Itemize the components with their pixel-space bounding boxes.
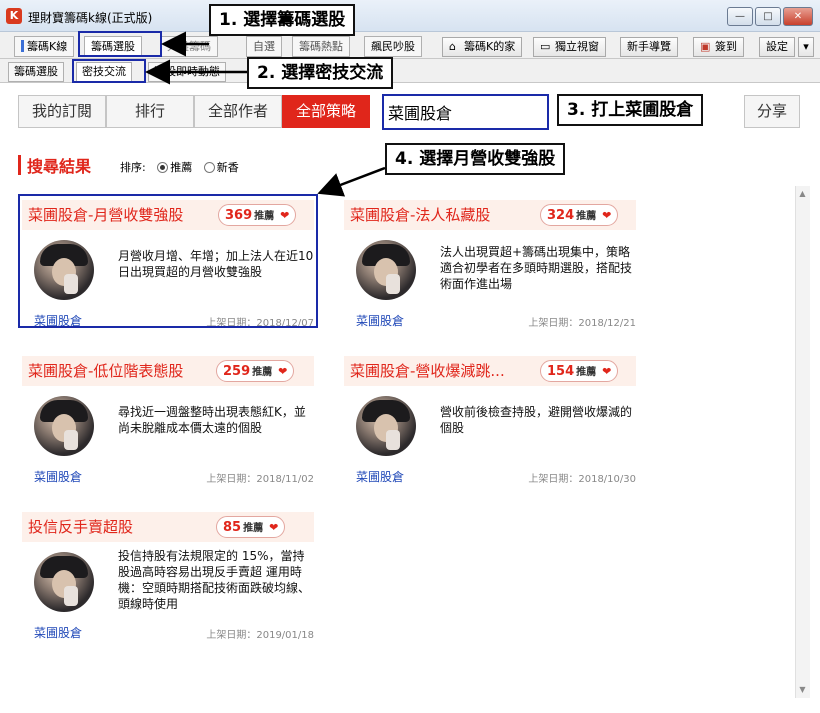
maximize-button[interactable]: □ <box>755 7 781 26</box>
tab-retail-discussion[interactable]: 飆民吵股 <box>364 36 422 57</box>
tab-marker <box>21 40 24 52</box>
subtab-realtime-updates[interactable]: 選股即時動態 <box>148 62 226 82</box>
recommend-count: 324 <box>547 208 575 223</box>
tab-chip-kline[interactable]: 籌碼K線 <box>14 36 75 57</box>
search-input[interactable] <box>382 94 549 130</box>
recommend-count-pill[interactable]: 324 推薦 ❤ <box>540 204 619 226</box>
scroll-down-icon[interactable]: ▼ <box>797 684 808 696</box>
chip-k-home-button[interactable]: ⌂ 籌碼K的家 <box>442 37 523 57</box>
tab-market-chip[interactable]: 大盤籌碼 <box>160 36 218 57</box>
recommend-count: 154 <box>547 364 575 379</box>
recommend-count: 85 <box>223 520 242 535</box>
window-icon: ▭ <box>540 40 551 53</box>
author-avatar <box>34 552 94 612</box>
all-strategies-button[interactable]: 全部策略 <box>282 95 370 128</box>
sort-option-label: 推薦 <box>170 161 193 174</box>
author-link[interactable]: 菜圃股倉 <box>34 624 82 641</box>
strategy-description: 法人出現買超+籌碼出現集中，策略適合初學者在多頭時期選股，搭配技術面作進出場 <box>440 245 633 291</box>
strategy-description: 營收前後檢查持股，避開營收爆減的個股 <box>440 405 633 435</box>
subtab-chip-selection[interactable]: 籌碼選股 <box>8 62 64 82</box>
heart-icon: ❤ <box>602 209 612 222</box>
tab-label: 籌碼K線 <box>27 40 68 53</box>
recommend-label: 推薦 <box>576 211 597 222</box>
strategy-card[interactable]: 菜圃股倉-低位階表態股 259 推薦 ❤ 尋找近一週盤整時出現表態紅K，並尚未脫離成… <box>22 356 314 496</box>
sort-label: 排序: <box>120 161 146 174</box>
close-button[interactable]: ✕ <box>783 7 813 26</box>
author-link[interactable]: 菜圃股倉 <box>356 468 404 485</box>
button-label: 籌碼K的家 <box>464 40 516 53</box>
title-bar: K 理財寶籌碼k線(正式版) — □ ✕ <box>0 0 820 32</box>
standalone-window-button[interactable]: ▭ 獨立視窗 <box>533 37 606 57</box>
strategy-title[interactable]: 菜圃股倉-低位階表態股 <box>28 360 183 381</box>
strategy-description: 投信持股有法規限定的 15%，當持股過高時容易出現反手賣超 運用時機：空頭時期搭… <box>118 549 311 611</box>
tab-label: 飆民吵股 <box>371 40 415 53</box>
results-title: 搜尋結果 <box>27 157 92 176</box>
recommend-count-pill[interactable]: 259 推薦 ❤ <box>216 360 295 382</box>
chevron-down-icon: ▾ <box>803 40 809 53</box>
recommend-label: 推薦 <box>243 523 264 534</box>
tab-label: 大盤籌碼 <box>167 40 211 53</box>
button-label: 簽到 <box>715 40 737 53</box>
share-button[interactable]: 分享 <box>744 95 800 128</box>
callout-step2: 2. 選擇密技交流 <box>247 57 394 89</box>
button-label: 獨立視窗 <box>555 40 599 53</box>
strategy-description: 尋找近一週盤整時出現表態紅K，並尚未脫離成本價太遠的個股 <box>118 405 306 435</box>
strategy-title[interactable]: 菜圃股倉-營收爆減跳... <box>350 360 505 381</box>
author-avatar <box>34 396 94 456</box>
app-logo-icon: K <box>6 8 22 24</box>
heart-icon: ❤ <box>278 365 288 378</box>
settings-button[interactable]: 設定 <box>759 37 795 57</box>
strategy-card[interactable]: 投信反手賣超股 85 推薦 ❤ 投信持股有法規限定的 15%，當持股過高時容易出現反… <box>22 512 314 652</box>
beginner-guide-button[interactable]: 新手導覽 <box>620 37 678 57</box>
publish-date: 上架日期：2019/01/18 <box>206 630 314 641</box>
callout-step1: 1. 選擇籌碼選股 <box>209 4 356 36</box>
dropdown-button[interactable]: ▾ <box>798 37 814 57</box>
all-authors-button[interactable]: 全部作者 <box>194 95 282 128</box>
tab-label: 籌碼熱點 <box>299 40 343 53</box>
recommend-count-pill[interactable]: 85 推薦 ❤ <box>216 516 286 538</box>
publish-date: 上架日期：2018/11/02 <box>206 474 314 485</box>
gift-icon: ▣ <box>700 40 711 53</box>
recommend-count: 259 <box>223 364 251 379</box>
sort-radio-recommend[interactable] <box>157 162 169 173</box>
section-marker <box>18 155 21 175</box>
strategy-title[interactable]: 菜圃股倉-法人私藏股 <box>350 204 490 225</box>
tab-chip-hotspot[interactable]: 籌碼熱點 <box>292 36 350 57</box>
window-title: 理財寶籌碼k線(正式版) <box>28 11 153 25</box>
highlight-box-chip-selection <box>78 31 162 57</box>
publish-date: 上架日期：2018/10/30 <box>528 474 636 485</box>
strategy-card[interactable]: 菜圃股倉-營收爆減跳... 154 推薦 ❤ 營收前後檢查持股，避開營收爆減的個股 … <box>344 356 636 496</box>
author-link[interactable]: 菜圃股倉 <box>356 312 404 329</box>
callout-step3: 3. 打上菜圃股倉 <box>557 94 704 126</box>
scroll-up-icon[interactable]: ▲ <box>797 188 808 200</box>
tab-label: 自選 <box>253 40 275 53</box>
strategy-title[interactable]: 投信反手賣超股 <box>28 516 133 537</box>
check-in-button[interactable]: ▣ 簽到 <box>693 37 744 57</box>
recommend-label: 推薦 <box>252 367 273 378</box>
publish-date: 上架日期：2018/12/21 <box>528 318 636 329</box>
home-icon: ⌂ <box>449 40 456 53</box>
my-subscriptions-button[interactable]: 我的訂閱 <box>18 95 106 128</box>
tab-watchlist[interactable]: 自選 <box>246 36 282 57</box>
button-label: 新手導覽 <box>627 40 671 53</box>
strategy-card[interactable]: 菜圃股倉-法人私藏股 324 推薦 ❤ 法人出現買超+籌碼出現集中，策略適合初學者在… <box>344 200 636 340</box>
highlight-box-tips-exchange <box>72 59 146 83</box>
vertical-scrollbar[interactable] <box>795 186 810 698</box>
callout-step4: 4. 選擇月營收雙強股 <box>385 143 566 175</box>
ranking-button[interactable]: 排行 <box>106 95 194 128</box>
recommend-label: 推薦 <box>576 367 597 378</box>
button-label: 設定 <box>766 40 788 53</box>
sort-options: 排序: 推薦 新香 <box>120 159 239 175</box>
author-avatar <box>356 396 416 456</box>
heart-icon: ❤ <box>269 521 279 534</box>
minimize-button[interactable]: — <box>727 7 753 26</box>
heart-icon: ❤ <box>602 365 612 378</box>
recommend-count-pill[interactable]: 154 推薦 ❤ <box>540 360 619 382</box>
author-link[interactable]: 菜圃股倉 <box>34 468 82 485</box>
author-avatar <box>356 240 416 300</box>
highlight-box-first-card <box>18 194 318 328</box>
sort-radio-newest[interactable] <box>203 162 215 173</box>
sort-option-label: 新香 <box>216 161 239 174</box>
